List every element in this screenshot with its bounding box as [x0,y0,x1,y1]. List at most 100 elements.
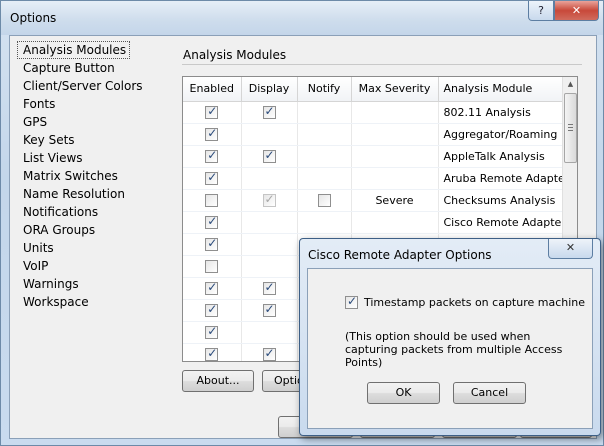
dialog-cancel-button[interactable]: Cancel [453,382,526,404]
scroll-up-arrow-icon[interactable]: ▲ [563,77,577,92]
display-cell [241,145,298,168]
enabled-checkbox[interactable] [205,193,219,207]
dialog-close-button[interactable]: ✕ [548,239,593,259]
display-cell [241,255,298,278]
timestamp-checkbox[interactable] [345,294,358,309]
cisco-remote-adapter-options-dialog: Cisco Remote Adapter Options ✕ Timestamp… [299,238,601,436]
about-button[interactable]: About... [182,370,254,392]
nav-item[interactable]: List Views [17,149,167,167]
table-row[interactable]: Aruba Remote Adapter [183,167,565,190]
display-cell [241,189,298,212]
display-cell [241,343,298,361]
nav-item[interactable]: Capture Button [17,59,167,77]
notify-cell [297,101,352,124]
table-row[interactable]: SevereChecksums Analysis [183,189,565,212]
display-checkbox[interactable] [262,346,276,361]
display-cell [241,299,298,322]
enabled-cell [183,343,242,361]
analysis-module-cell: 802.11 Analysis [438,101,565,124]
grip-line [568,124,573,125]
nav-item[interactable]: Matrix Switches [17,167,167,185]
enabled-checkbox[interactable] [205,302,219,317]
enabled-cell [183,299,242,322]
max-severity-cell [351,101,439,124]
enabled-cell [183,145,242,168]
analysis-module-cell: Cisco Remote Adapter [438,211,565,234]
display-cell [241,101,298,124]
column-header[interactable]: Enabled [183,77,242,102]
close-button[interactable]: ✕ [554,1,599,21]
enabled-checkbox[interactable] [205,170,219,185]
display-checkbox[interactable] [262,192,276,207]
notify-cell [297,211,352,234]
enabled-checkbox[interactable] [205,324,219,339]
nav-item[interactable]: Units [17,239,167,257]
grip-line [568,127,573,128]
scroll-thumb[interactable] [564,93,577,163]
enabled-checkbox[interactable] [205,259,219,273]
display-checkbox[interactable] [262,148,276,163]
enabled-cell [183,321,242,344]
table-row[interactable]: Aggregator/Roaming [183,123,565,146]
notify-checkbox[interactable] [317,193,331,207]
column-header[interactable]: Display [241,77,298,102]
notify-cell [297,167,352,190]
analysis-module-cell: Aggregator/Roaming [438,123,565,146]
display-checkbox[interactable] [262,104,276,119]
display-cell [241,321,298,344]
nav-item[interactable]: Fonts [17,95,167,113]
dialog-note: (This option should be used when capturi… [345,330,563,369]
analysis-module-cell: Checksums Analysis [438,189,565,212]
enabled-cell [183,101,242,124]
table-row[interactable]: 802.11 Analysis [183,101,565,124]
analysis-module-cell: Aruba Remote Adapter [438,167,565,190]
dialog-ok-button[interactable]: OK [367,382,440,404]
enabled-cell [183,233,242,256]
max-severity-cell: Severe [351,189,439,212]
window-title: Options [10,11,57,25]
nav-item[interactable]: Notifications [17,203,167,221]
display-cell [241,277,298,300]
max-severity-cell [351,145,439,168]
nav-item[interactable]: Warnings [17,275,167,293]
grip-line [568,130,573,131]
column-header[interactable]: Max Severity [351,77,439,102]
nav-item[interactable]: Analysis Modules [17,41,131,59]
enabled-checkbox[interactable] [205,236,219,251]
enabled-cell [183,211,242,234]
dialog-body: Timestamp packets on capture machine (Th… [307,268,593,429]
display-checkbox[interactable] [262,280,276,295]
display-checkbox[interactable] [262,302,276,317]
nav-item[interactable]: Key Sets [17,131,167,149]
column-header[interactable]: Notify [297,77,352,102]
options-window: Options ? ✕ Analysis Modules Capture Butt… [0,0,604,446]
section-title: Analysis Modules [183,48,287,62]
enabled-checkbox[interactable] [205,148,219,163]
enabled-checkbox[interactable] [205,126,219,141]
nav-item[interactable]: Workspace [17,293,167,311]
max-severity-cell [351,167,439,190]
display-cell [241,211,298,234]
enabled-checkbox[interactable] [205,280,219,295]
column-header[interactable]: Analysis Module [438,77,565,102]
max-severity-cell [351,123,439,146]
options-category-list: Analysis Modules Capture Button Client/Ser… [17,41,167,311]
table-row[interactable]: AppleTalk Analysis [183,145,565,168]
nav-item[interactable]: GPS [17,113,167,131]
notify-cell [297,123,352,146]
section-divider [182,64,582,65]
enabled-checkbox[interactable] [205,346,219,361]
enabled-checkbox[interactable] [205,214,219,229]
title-bar[interactable]: Options ? ✕ [1,1,603,35]
nav-item[interactable]: Client/Server Colors [17,77,167,95]
nav-item[interactable]: Name Resolution [17,185,167,203]
nav-item[interactable]: VoIP [17,257,167,275]
table-header-row: Enabled Display Notify Max Severity Analysis… [183,77,565,102]
timestamp-checkbox-label[interactable]: Timestamp packets on capture machine [364,296,585,309]
help-button[interactable]: ? [528,1,554,21]
enabled-checkbox[interactable] [205,104,219,119]
table-row[interactable]: Cisco Remote Adapter [183,211,565,234]
enabled-cell [183,277,242,300]
enabled-cell [183,189,242,212]
nav-item[interactable]: ORA Groups [17,221,167,239]
